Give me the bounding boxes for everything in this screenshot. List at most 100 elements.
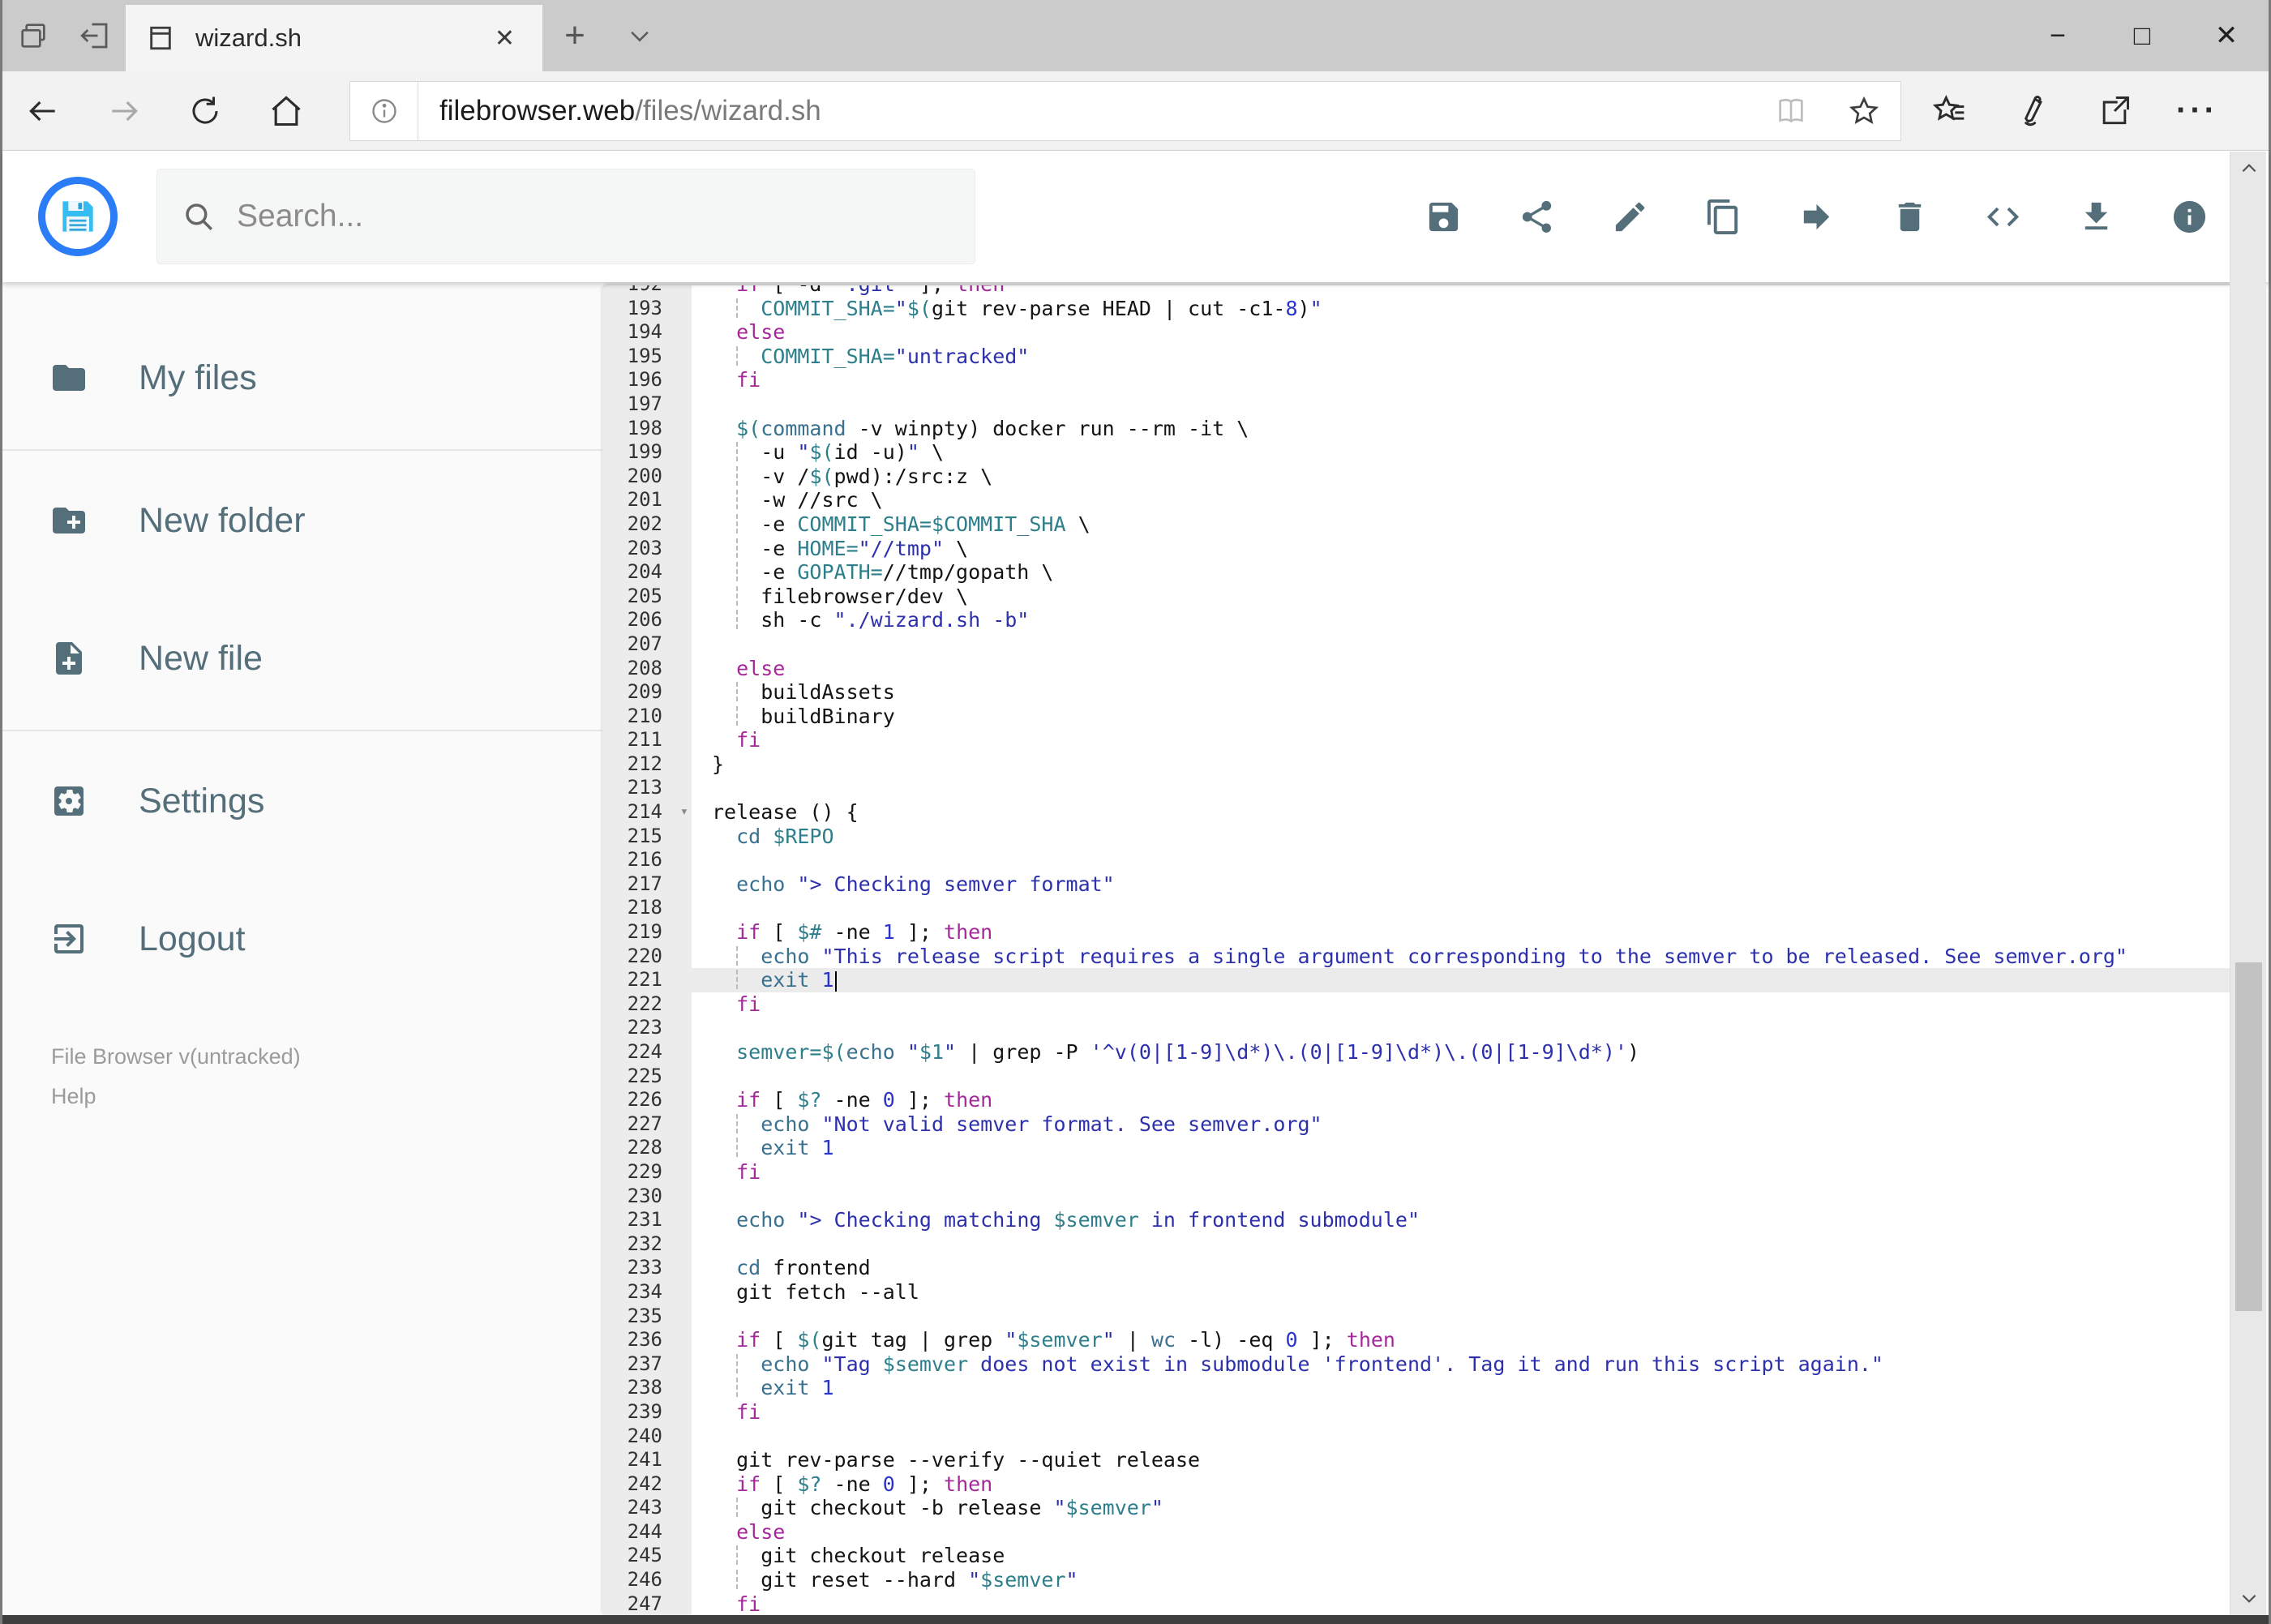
tab-close-icon[interactable]: ✕ [488,21,521,56]
code-line[interactable]: 221 exit 1 [602,968,2232,992]
code-line[interactable]: 199 -u "$(id -u)" \ [602,440,2232,465]
tab-list-chevron-icon[interactable] [607,0,672,71]
sidebar-item-settings[interactable]: Settings [2,769,602,833]
code-line[interactable]: 216 [602,848,2232,872]
hub-favorites-button[interactable] [1908,71,1990,151]
code-line[interactable]: 214 ▾ release () { [602,800,2232,825]
code-line[interactable]: 224 semver=$(echo "$1" | grep -P '^v(0|[… [602,1040,2232,1065]
code-line[interactable]: 246 git reset --hard "$semver" [602,1568,2232,1592]
help-link[interactable]: Help [51,1084,602,1109]
site-info-icon[interactable] [350,81,418,140]
sidebar-item-logout[interactable]: Logout [2,906,602,971]
window-maximize-button[interactable]: □ [2100,0,2184,71]
code-line[interactable]: 211 fi [602,728,2232,752]
window-minimize-button[interactable]: − [2016,0,2100,71]
more-actions-button[interactable]: ··· [2156,71,2239,151]
code-line[interactable]: 212} [602,752,2232,777]
code-line[interactable]: 227 echo "Not valid semver format. See s… [602,1112,2232,1137]
code-line[interactable]: 210 buildBinary [602,705,2232,729]
code-editor[interactable]: 192 if [ -d ".git" ]; then193 COMMIT_SHA… [602,285,2232,1615]
code-line[interactable]: 200 -v /$(pwd):/src:z \ [602,465,2232,489]
code-line[interactable]: 247 fi [602,1592,2232,1615]
code-line[interactable]: 205 filebrowser/dev \ [602,585,2232,609]
code-line[interactable]: 225 [602,1065,2232,1089]
code-line[interactable]: 213 [602,776,2232,800]
code-line[interactable]: 234 git fetch --all [602,1280,2232,1305]
code-line[interactable]: 194 else [602,320,2232,345]
annotate-pen-button[interactable] [1990,71,2073,151]
address-bar[interactable]: filebrowser.web/files/wizard.sh [349,80,1901,141]
share-page-button[interactable] [2073,71,2156,151]
fold-arrow-icon[interactable]: ▾ [680,800,688,825]
save-button[interactable] [1425,198,1463,236]
set-tabs-aside-button[interactable] [64,0,126,71]
code-line[interactable]: 198 $(command -v winpty) docker run --rm… [602,417,2232,441]
move-button[interactable] [1798,198,1836,236]
sidebar-item-my-files[interactable]: My files [2,345,602,410]
code-line[interactable]: 209 buildAssets [602,680,2232,705]
code-line[interactable]: 223 [602,1016,2232,1040]
url-text[interactable]: filebrowser.web/files/wizard.sh [418,95,1755,127]
window-close-button[interactable]: ✕ [2184,0,2269,71]
info-button[interactable] [2170,198,2209,236]
scrollbar-up-icon[interactable] [2230,152,2267,186]
code-line[interactable]: 219 if [ $# -ne 1 ]; then [602,920,2232,945]
code-line[interactable]: 196 fi [602,368,2232,392]
code-line[interactable]: 203 -e HOME="//tmp" \ [602,537,2232,561]
code-line[interactable]: 239 fi [602,1400,2232,1425]
code-line[interactable]: 232 [602,1232,2232,1257]
search-box[interactable] [156,169,975,264]
code-line[interactable]: 244 else [602,1520,2232,1545]
scrollbar-thumb[interactable] [2235,962,2262,1311]
favorite-star-icon[interactable] [1828,95,1900,127]
code-line[interactable]: 206 sh -c "./wizard.sh -b" [602,608,2232,632]
code-line[interactable]: 233 cd frontend [602,1256,2232,1280]
code-line[interactable]: 202 -e COMMIT_SHA=$COMMIT_SHA \ [602,512,2232,537]
sidebar-item-new-file[interactable]: New file [2,626,602,691]
code-line[interactable]: 230 [602,1185,2232,1209]
code-line[interactable]: 193 COMMIT_SHA="$(git rev-parse HEAD | c… [602,297,2232,321]
home-button[interactable] [246,71,327,151]
new-tab-button[interactable]: + [542,0,607,71]
code-line[interactable]: 195 COMMIT_SHA="untracked" [602,345,2232,369]
code-line[interactable]: 241 git rev-parse --verify --quiet relea… [602,1448,2232,1472]
copy-button[interactable] [1704,198,1742,236]
filebrowser-logo-icon[interactable] [38,177,118,256]
code-line[interactable]: 231 echo "> Checking matching $semver in… [602,1208,2232,1232]
code-line[interactable]: 238 exit 1 [602,1376,2232,1400]
code-line[interactable]: 235 [602,1305,2232,1329]
code-line[interactable]: 240 [602,1425,2232,1449]
share-button[interactable] [1518,198,1556,236]
code-line[interactable]: 226 if [ $? -ne 0 ]; then [602,1088,2232,1112]
forward-button[interactable] [84,71,165,151]
code-line[interactable]: 207 [602,632,2232,657]
tab-preview-button[interactable] [2,0,64,71]
code-line[interactable]: 215 cd $REPO [602,825,2232,849]
search-input[interactable] [237,199,885,234]
download-button[interactable] [2077,198,2115,236]
refresh-button[interactable] [165,71,246,151]
code-line[interactable]: 245 git checkout release [602,1544,2232,1568]
code-line[interactable]: 220 echo "This release script requires a… [602,945,2232,969]
rename-button[interactable] [1611,198,1649,236]
code-line[interactable]: 208 else [602,657,2232,681]
back-button[interactable] [2,71,84,151]
switch-view-button[interactable] [1984,198,2022,236]
code-line[interactable]: 243 git checkout -b release "$semver" [602,1496,2232,1520]
code-line[interactable]: 228 exit 1 [602,1136,2232,1160]
code-line[interactable]: 217 echo "> Checking semver format" [602,872,2232,897]
reading-view-icon[interactable] [1755,95,1828,127]
code-line[interactable]: 218 [602,896,2232,920]
code-line[interactable]: 197 [602,392,2232,417]
code-line[interactable]: 237 echo "Tag $semver does not exist in … [602,1352,2232,1377]
vertical-scrollbar[interactable] [2230,152,2266,1615]
code-line[interactable]: 192 if [ -d ".git" ]; then [602,285,2232,297]
code-line[interactable]: 222 fi [602,992,2232,1017]
code-line[interactable]: 236 if [ $(git tag | grep "$semver" | wc… [602,1328,2232,1352]
code-line[interactable]: 229 fi [602,1160,2232,1185]
delete-button[interactable] [1891,198,1929,236]
code-line[interactable]: 201 -w //src \ [602,488,2232,512]
code-lines[interactable]: 192 if [ -d ".git" ]; then193 COMMIT_SHA… [602,285,2232,1615]
sidebar-item-new-folder[interactable]: New folder [2,488,602,553]
code-line[interactable]: 242 if [ $? -ne 0 ]; then [602,1472,2232,1497]
